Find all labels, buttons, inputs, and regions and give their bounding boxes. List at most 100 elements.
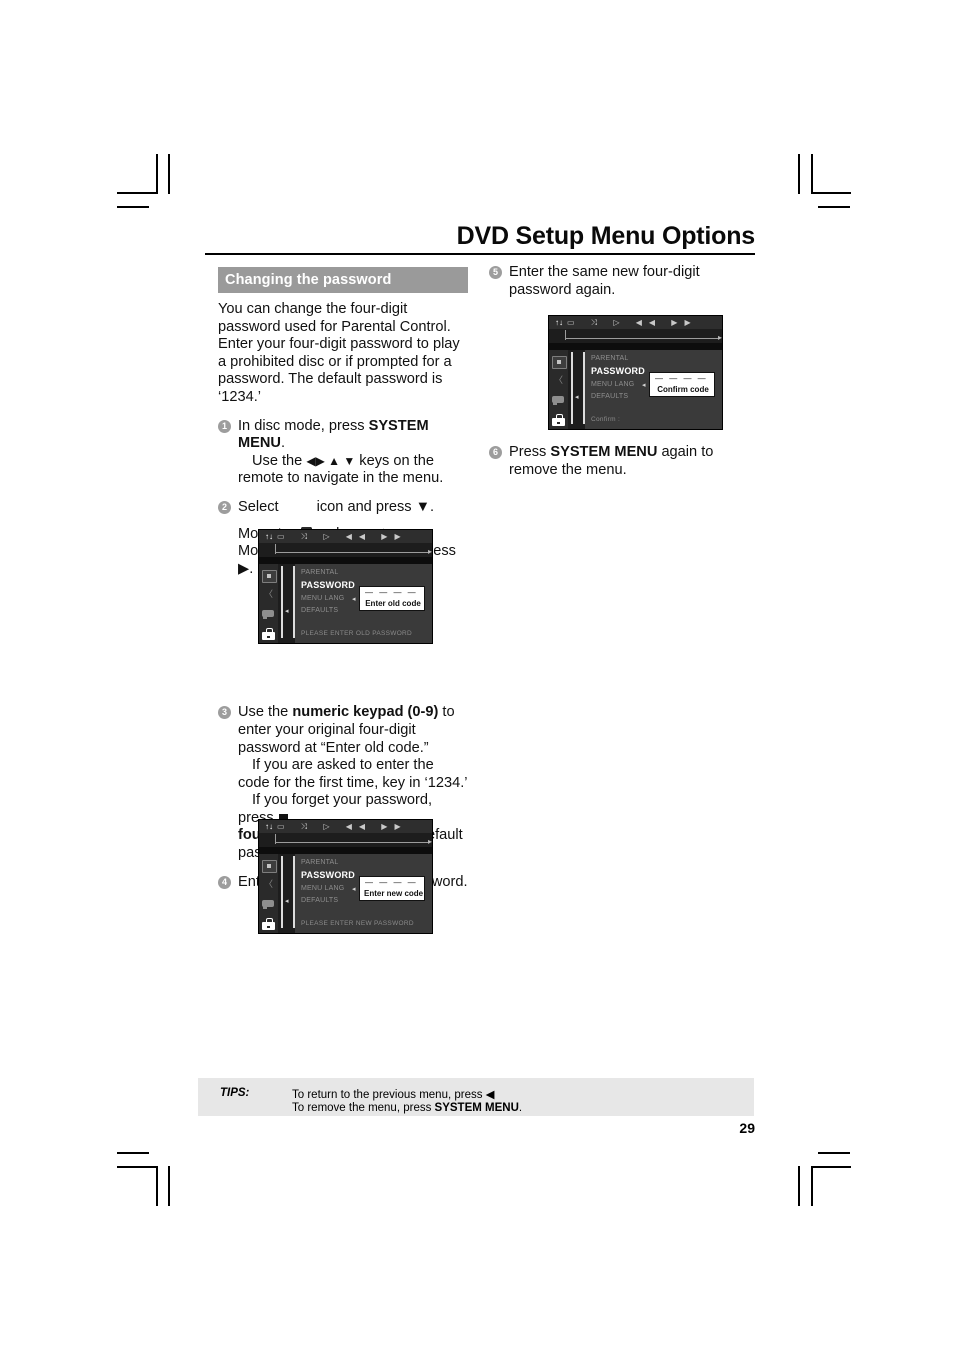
tv1-audio-icon: 〈 [263, 589, 273, 599]
tv2-sidebar: 〈 [259, 854, 278, 933]
tv3-rail-arrow-icon: ▸ [717, 333, 722, 342]
tv2-popup-caret-icon: ◂ [352, 886, 356, 893]
step-5-number: 5 [489, 266, 502, 279]
tv1-topbar-icons: ▭ ⤨ ▷ ◀◀ ▶▶ [277, 532, 408, 541]
tips-box: TIPS: To return to the previous menu, pr… [198, 1078, 754, 1116]
tv3-menu-item-parental[interactable]: PARENTAL [591, 355, 629, 362]
tips-line-2-a: To remove the menu, press [292, 1102, 435, 1114]
crop-mark-top-right-bleed-vertical [811, 154, 813, 194]
step-1-number: 1 [218, 419, 231, 433]
step-1-text-c: . [280, 435, 286, 452]
tv2-menu-item-menu-lang[interactable]: MENU LANG [301, 885, 344, 892]
tv2-code-popup: — — — — Enter new code [359, 876, 425, 901]
step-6-number: 6 [489, 446, 502, 459]
tv2-topbar-icons: ▭ ⤨ ▷ ◀◀ ▶▶ [277, 822, 408, 831]
crop-mark-bottom-right-horizontal [811, 1166, 851, 1168]
step-5: 5 Enter the same new four-digit password… [489, 264, 755, 299]
tv3-menu-item-password[interactable]: PASSWORD [591, 366, 645, 376]
tv3-topbar-icons: ▭ ⤨ ▷ ◀◀ ▶▶ [567, 318, 698, 327]
tv2-popup-dashes: — — — — [365, 878, 418, 887]
page-number: 29 [739, 1120, 755, 1136]
tv1-menu-item-defaults[interactable]: DEFAULTS [301, 607, 338, 614]
tv1-topbar: ↑↓ ▭ ⤨ ▷ ◀◀ ▶▶ [259, 530, 432, 543]
crop-mark-bottom-left-vertical [156, 1166, 158, 1206]
tv1-popup-caret-icon: ◂ [352, 596, 356, 603]
tv3-audio-icon: 〈 [553, 375, 563, 385]
crop-mark-top-left-bleed [117, 206, 149, 208]
tv1-code-popup: — — — — Enter old code [359, 586, 425, 611]
tv1-menu-item-menu-lang[interactable]: MENU LANG [301, 595, 344, 602]
crop-mark-bottom-left-bleed [117, 1152, 149, 1154]
tv3-menu-item-defaults[interactable]: DEFAULTS [591, 393, 628, 400]
tv1-rail-arrow-icon: ▸ [427, 547, 432, 556]
crop-mark-top-right-vertical [798, 154, 800, 194]
right-column-lower: 6 Press SYSTEM MENU again to remove the … [489, 444, 755, 479]
tv2-rail-arrow-icon: ▸ [427, 837, 432, 846]
tv2-subtitle-icon [262, 899, 275, 910]
tv3-rail [565, 338, 718, 339]
right-column: 5 Enter the same new four-digit password… [489, 264, 755, 299]
step-1: 1 In disc mode, press SYSTEM MENU. Use t… [218, 418, 468, 488]
document-page: DVD Setup Menu Options Changing the pass… [0, 0, 954, 1351]
step-1-line2-a: Use the [252, 452, 307, 469]
tv1-sidebar: 〈 [259, 564, 278, 643]
tv1-menu-item-parental[interactable]: PARENTAL [301, 569, 339, 576]
crop-mark-bottom-left-horizontal [117, 1166, 157, 1168]
tv2-status-text: PLEASE ENTER NEW PASSWORD [301, 920, 414, 927]
tv3-menu-panel: PARENTAL PASSWORD MENU LANG DEFAULTS Con… [585, 350, 722, 429]
crop-mark-top-right-bleed [818, 206, 850, 208]
tv1-menu-item-password[interactable]: PASSWORD [301, 580, 355, 590]
tips-label: TIPS: [220, 1087, 250, 1099]
tv1-setup-briefcase-icon [262, 628, 275, 640]
tips-system-menu: SYSTEM MENU [434, 1102, 519, 1114]
tv2-setup-briefcase-icon [262, 918, 275, 930]
step-2-spacer [238, 517, 468, 526]
crop-mark-top-left-vertical [156, 154, 158, 194]
crop-mark-top-left-horizontal [117, 192, 157, 194]
crop-mark-bottom-right-bleed [818, 1152, 850, 1154]
tv2-disc-icon [262, 860, 277, 873]
step-4-number: 4 [218, 875, 231, 889]
tv2-black-gap [259, 847, 432, 854]
tv3-topbar: ↑↓ ▭ ⤨ ▷ ◀◀ ▶▶ [549, 316, 722, 329]
tv3-code-popup: — — — — Confirm code [649, 372, 715, 397]
step-6-system-menu: SYSTEM MENU [550, 444, 658, 460]
step-3-numeric-keypad: numeric keypad (0-9) [292, 704, 439, 721]
tips-line-2: To remove the menu, press SYSTEM MENU. [292, 1102, 522, 1114]
tv3-left-caret-1-icon: ◂ [575, 394, 579, 401]
tv1-disc-icon [262, 570, 277, 583]
tv2-updown-icon: ↑↓ [265, 822, 273, 831]
tv1-left-caret-1-icon: ◂ [285, 608, 289, 615]
tv3-menu-item-menu-lang[interactable]: MENU LANG [591, 381, 634, 388]
tv3-popup-caret-icon: ◂ [642, 382, 646, 389]
tips-line-1: To return to the previous menu, press ◀ [292, 1089, 495, 1101]
tv3-disc-icon [552, 356, 567, 369]
tv1-rail-tick [275, 544, 276, 554]
crop-mark-top-left-bleed-vertical [168, 154, 170, 194]
tv2-audio-icon: 〈 [263, 879, 273, 889]
step-6: 6 Press SYSTEM MENU again to remove the … [489, 444, 755, 479]
tv1-divider-1 [281, 566, 283, 638]
tv2-menu-item-defaults[interactable]: DEFAULTS [301, 897, 338, 904]
step-5-line1: Enter the same new four-digit password a… [509, 264, 700, 298]
tv-screenshot-old-code: ↑↓ ▭ ⤨ ▷ ◀◀ ▶▶ ▸ 〈 ◂ ◂ PARENTAL PASSWORD… [258, 529, 433, 644]
tv2-menu-item-parental[interactable]: PARENTAL [301, 859, 339, 866]
direction-keys-icon: ◀▶ ▲ ▼ [306, 453, 356, 468]
tv3-popup-dashes: — — — — [655, 374, 708, 383]
tv3-sidebar: 〈 [549, 350, 568, 429]
tv3-status-text: Confirm : [591, 416, 621, 423]
step-2-number: 2 [218, 500, 231, 514]
title-divider [205, 253, 755, 255]
tv1-subtitle-icon [262, 609, 275, 620]
tv3-updown-icon: ↑↓ [555, 318, 563, 327]
step-2-line1-a: Select [238, 498, 279, 515]
page-title: DVD Setup Menu Options [456, 222, 756, 250]
tv3-setup-briefcase-icon [552, 414, 565, 426]
tv3-divider-1 [571, 352, 573, 424]
tv2-topbar: ↑↓ ▭ ⤨ ▷ ◀◀ ▶▶ [259, 820, 432, 833]
tv1-menu-panel: PARENTAL PASSWORD MENU LANG DEFAULTS PLE… [295, 564, 432, 643]
step-6-line1-a: Press [509, 444, 551, 460]
tv2-menu-item-password[interactable]: PASSWORD [301, 870, 355, 880]
tv2-divider-1 [281, 856, 283, 928]
tv1-status-text: PLEASE ENTER OLD PASSWORD [301, 630, 413, 637]
